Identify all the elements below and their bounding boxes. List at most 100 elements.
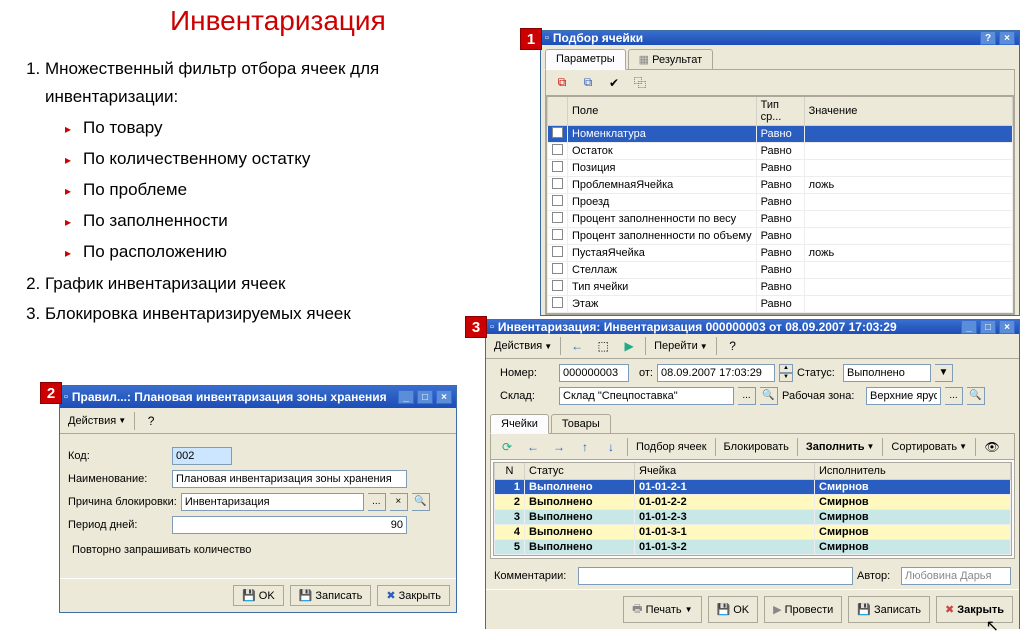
tb-config[interactable]: ⬚ — [591, 336, 615, 356]
tab-cells[interactable]: Ячейки — [490, 414, 549, 434]
close-button[interactable]: ✖Закрыть — [377, 585, 450, 606]
grid-row[interactable]: ПозицияРавно — [548, 160, 1013, 177]
grid-row[interactable]: ОстатокРавно — [548, 143, 1013, 160]
grid-row[interactable]: НоменклатураРавно — [548, 126, 1013, 143]
col-exec[interactable]: Исполнитель — [815, 463, 1011, 480]
input-status[interactable] — [843, 364, 931, 382]
tb-fill[interactable]: Заполнить ▼ — [802, 439, 879, 455]
row-checkbox[interactable] — [552, 195, 563, 206]
help-btn[interactable]: ? — [980, 31, 996, 45]
row-checkbox[interactable] — [552, 229, 563, 240]
tb-check[interactable]: ✔ — [602, 73, 626, 93]
goto-menu[interactable]: Перейти ▼ — [650, 338, 712, 354]
tb-pick[interactable]: Подбор ячеек — [632, 439, 711, 455]
min-btn[interactable]: _ — [961, 320, 977, 334]
tb-help[interactable]: ? — [721, 336, 745, 356]
tb-fwd[interactable]: → — [547, 437, 571, 457]
date-spinner[interactable]: ▲▼ — [779, 364, 793, 382]
titlebar[interactable]: ▫ Подбор ячейки ? × — [541, 31, 1019, 45]
row-checkbox[interactable] — [552, 161, 563, 172]
params-grid[interactable]: Поле Тип ср... Значение НоменклатураРавн… — [546, 96, 1014, 314]
grid-row[interactable]: 4Выполнено01-01-3-1Смирнов — [495, 525, 1011, 540]
input-period[interactable] — [172, 516, 407, 534]
tb-refresh[interactable]: ⟳ — [495, 437, 519, 457]
grid-row[interactable]: Процент заполненности по весуРавно — [548, 211, 1013, 228]
tb-block[interactable]: Блокировать — [720, 439, 793, 455]
grid-row[interactable]: ПустаяЯчейкаРавноложь — [548, 245, 1013, 262]
actions-menu[interactable]: Действия ▼ — [64, 413, 130, 429]
run-button[interactable]: ▶Провести — [764, 596, 842, 623]
status-drop-btn[interactable]: ▼ — [935, 364, 953, 382]
grid-row[interactable]: 2Выполнено01-01-2-2Смирнов — [495, 495, 1011, 510]
sklad-search-btn[interactable]: 🔍 — [760, 387, 778, 405]
select-btn[interactable]: ... — [368, 493, 386, 511]
sklad-select-btn[interactable]: ... — [738, 387, 756, 405]
close-btn[interactable]: × — [999, 31, 1015, 45]
titlebar[interactable]: ▫ Инвентаризация: Инвентаризация 0000000… — [486, 320, 1019, 334]
col-value[interactable]: Значение — [804, 97, 1012, 126]
row-checkbox[interactable] — [552, 127, 563, 138]
tab-result[interactable]: ▦ Результат — [628, 49, 714, 69]
tb-sort[interactable]: Сортировать ▼ — [887, 439, 971, 455]
search-btn[interactable]: 🔍 — [412, 493, 430, 511]
clear-btn[interactable]: × — [390, 493, 408, 511]
row-checkbox[interactable] — [552, 280, 563, 291]
input-code[interactable] — [172, 447, 232, 465]
save-button[interactable]: 💾Записать — [848, 596, 930, 623]
tb-back[interactable]: ← — [565, 336, 589, 356]
grid-row[interactable]: 5Выполнено01-01-3-2Смирнов — [495, 540, 1011, 555]
zone-select-btn[interactable]: ... — [945, 387, 963, 405]
tb-run[interactable]: ▶ — [617, 336, 641, 356]
row-checkbox[interactable] — [552, 178, 563, 189]
grid-row[interactable]: ПроездРавно — [548, 194, 1013, 211]
print-button[interactable]: 🖶Печать ▼ — [623, 596, 701, 623]
ok-button[interactable]: 💾OK — [708, 596, 759, 623]
tb-down[interactable]: ↓ — [599, 437, 623, 457]
input-zone[interactable] — [866, 387, 941, 405]
grid-row[interactable]: СтеллажРавно — [548, 262, 1013, 279]
grid-row[interactable]: 3Выполнено01-01-2-3Смирнов — [495, 510, 1011, 525]
actions-menu[interactable]: Действия ▼ — [490, 338, 556, 354]
input-date[interactable] — [657, 364, 775, 382]
tb-up[interactable]: ↑ — [573, 437, 597, 457]
col-field[interactable]: Поле — [568, 97, 757, 126]
tb-binoculars[interactable]: 👁 — [980, 437, 1004, 457]
save-button[interactable]: 💾Записать — [290, 585, 372, 606]
row-checkbox[interactable] — [552, 144, 563, 155]
close-button[interactable]: ✖Закрыть — [936, 596, 1013, 623]
tb-help[interactable]: ? — [139, 411, 163, 431]
min-btn[interactable]: _ — [398, 390, 414, 404]
tb-back2[interactable]: ← — [521, 437, 545, 457]
row-checkbox[interactable] — [552, 246, 563, 257]
grid-row[interactable]: Процент заполненности по объемуРавно — [548, 228, 1013, 245]
tab-goods[interactable]: Товары — [551, 414, 611, 433]
tb-copy[interactable]: ⿻ — [628, 73, 652, 93]
ok-button[interactable]: 💾OK — [233, 585, 284, 606]
col-n[interactable]: N — [495, 463, 525, 480]
max-btn[interactable]: □ — [417, 390, 433, 404]
close-btn[interactable]: × — [999, 320, 1015, 334]
input-sklad[interactable] — [559, 387, 734, 405]
row-checkbox[interactable] — [552, 263, 563, 274]
col-status[interactable]: Статус — [525, 463, 635, 480]
grid-row[interactable]: ПроблемнаяЯчейкаРавноложь — [548, 177, 1013, 194]
input-num[interactable] — [559, 364, 629, 382]
grid-row[interactable]: Тип ячейкиРавно — [548, 279, 1013, 296]
grid-row[interactable]: ЭтажРавно — [548, 296, 1013, 313]
row-checkbox[interactable] — [552, 297, 563, 308]
input-author[interactable] — [901, 567, 1011, 585]
tb-filter-off[interactable]: ⧉ — [550, 73, 574, 93]
row-checkbox[interactable] — [552, 212, 563, 223]
input-reason[interactable] — [181, 493, 364, 511]
zone-search-btn[interactable]: 🔍 — [967, 387, 985, 405]
max-btn[interactable]: □ — [980, 320, 996, 334]
tb-filter-on[interactable]: ⧉ — [576, 73, 600, 93]
tab-params[interactable]: Параметры — [545, 49, 626, 70]
grid-row[interactable]: 1Выполнено01-01-2-1Смирнов — [495, 480, 1011, 495]
col-cell[interactable]: Ячейка — [635, 463, 815, 480]
input-name[interactable] — [172, 470, 407, 488]
titlebar[interactable]: ▫ Правил...: Плановая инвентаризация зон… — [60, 386, 456, 408]
cells-grid[interactable]: N Статус Ячейка Исполнитель 1Выполнено01… — [493, 462, 1012, 556]
input-comments[interactable] — [578, 567, 853, 585]
close-btn[interactable]: × — [436, 390, 452, 404]
